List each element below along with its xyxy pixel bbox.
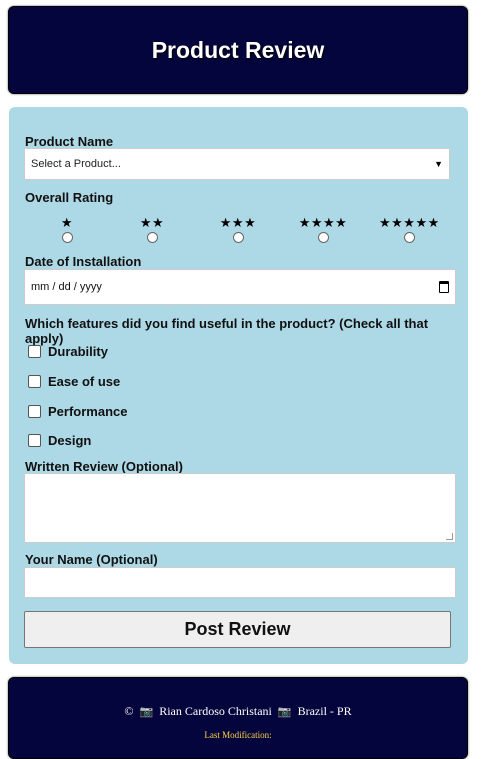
rating-group: ★ ★★ ★★★ ★★★★ ★★★★★ xyxy=(24,216,454,248)
date-placeholder: mm / dd / yyyy xyxy=(31,281,102,293)
rating-radio-4[interactable] xyxy=(317,232,329,243)
product-select[interactable]: Select a Product... ▼ xyxy=(24,148,450,180)
camera-icon: 📷 xyxy=(277,706,292,718)
rating-option-5[interactable]: ★★★★★ xyxy=(379,216,439,248)
product-name-label: Product Name xyxy=(25,134,114,149)
star-rating-label: ★★ xyxy=(139,215,165,230)
feature-label: Design xyxy=(48,433,92,448)
resize-handle-icon[interactable] xyxy=(446,533,453,540)
name-input[interactable] xyxy=(24,567,456,598)
rating-label: Overall Rating xyxy=(25,190,114,205)
features-question: Which features did you find useful in th… xyxy=(25,316,429,346)
checkbox[interactable] xyxy=(28,405,41,418)
review-form: Product Name Select a Product... ▼ Overa… xyxy=(9,107,468,664)
rating-radio-1[interactable] xyxy=(61,232,73,243)
review-textarea[interactable] xyxy=(24,473,456,543)
rating-radio-5[interactable] xyxy=(403,232,415,243)
review-label: Written Review (Optional) xyxy=(25,459,183,474)
rating-option-1[interactable]: ★ xyxy=(37,216,97,248)
page-footer: © 📷 Rian Cardoso Christani 📷 Brazil - PR… xyxy=(8,677,468,759)
feature-option-durability[interactable]: Durability xyxy=(28,344,108,359)
author-location: Brazil - PR xyxy=(297,704,352,718)
chevron-down-icon: ▼ xyxy=(434,159,443,169)
feature-option-ease-of-use[interactable]: Ease of use xyxy=(28,374,120,389)
date-label: Date of Installation xyxy=(25,254,142,269)
star-rating-label: ★★★★★ xyxy=(379,215,440,230)
feature-option-design[interactable]: Design xyxy=(28,433,91,448)
name-label: Your Name (Optional) xyxy=(25,552,158,567)
page-title: Product Review xyxy=(151,36,325,63)
rating-radio-3[interactable] xyxy=(232,232,244,243)
installation-date-input[interactable]: mm / dd / yyyy xyxy=(24,269,456,305)
camera-icon: 📷 xyxy=(139,706,154,718)
calendar-icon[interactable] xyxy=(439,281,449,293)
feature-option-performance[interactable]: Performance xyxy=(28,404,127,419)
star-rating-label: ★★★★ xyxy=(298,215,348,230)
rating-radio-2[interactable] xyxy=(146,232,158,243)
star-rating-label: ★★★ xyxy=(219,215,257,230)
checkbox[interactable] xyxy=(28,345,41,358)
last-modification: Last Modification: xyxy=(204,730,272,740)
feature-label: Durability xyxy=(48,344,108,359)
checkbox[interactable] xyxy=(28,434,41,447)
product-select-value: Select a Product... xyxy=(31,158,121,170)
post-review-button[interactable]: Post Review xyxy=(24,611,451,648)
star-rating-label: ★ xyxy=(60,215,74,230)
rating-option-4[interactable]: ★★★★ xyxy=(293,216,353,248)
page-header: Product Review xyxy=(8,6,468,94)
copyright-symbol: © xyxy=(124,704,134,718)
feature-label: Performance xyxy=(48,404,128,419)
footer-credits: © 📷 Rian Cardoso Christani 📷 Brazil - PR xyxy=(9,704,467,719)
author-name: Rian Cardoso Christani xyxy=(159,704,272,718)
feature-label: Ease of use xyxy=(48,374,121,389)
rating-option-3[interactable]: ★★★ xyxy=(208,216,268,248)
checkbox[interactable] xyxy=(28,375,41,388)
rating-option-2[interactable]: ★★ xyxy=(122,216,182,248)
